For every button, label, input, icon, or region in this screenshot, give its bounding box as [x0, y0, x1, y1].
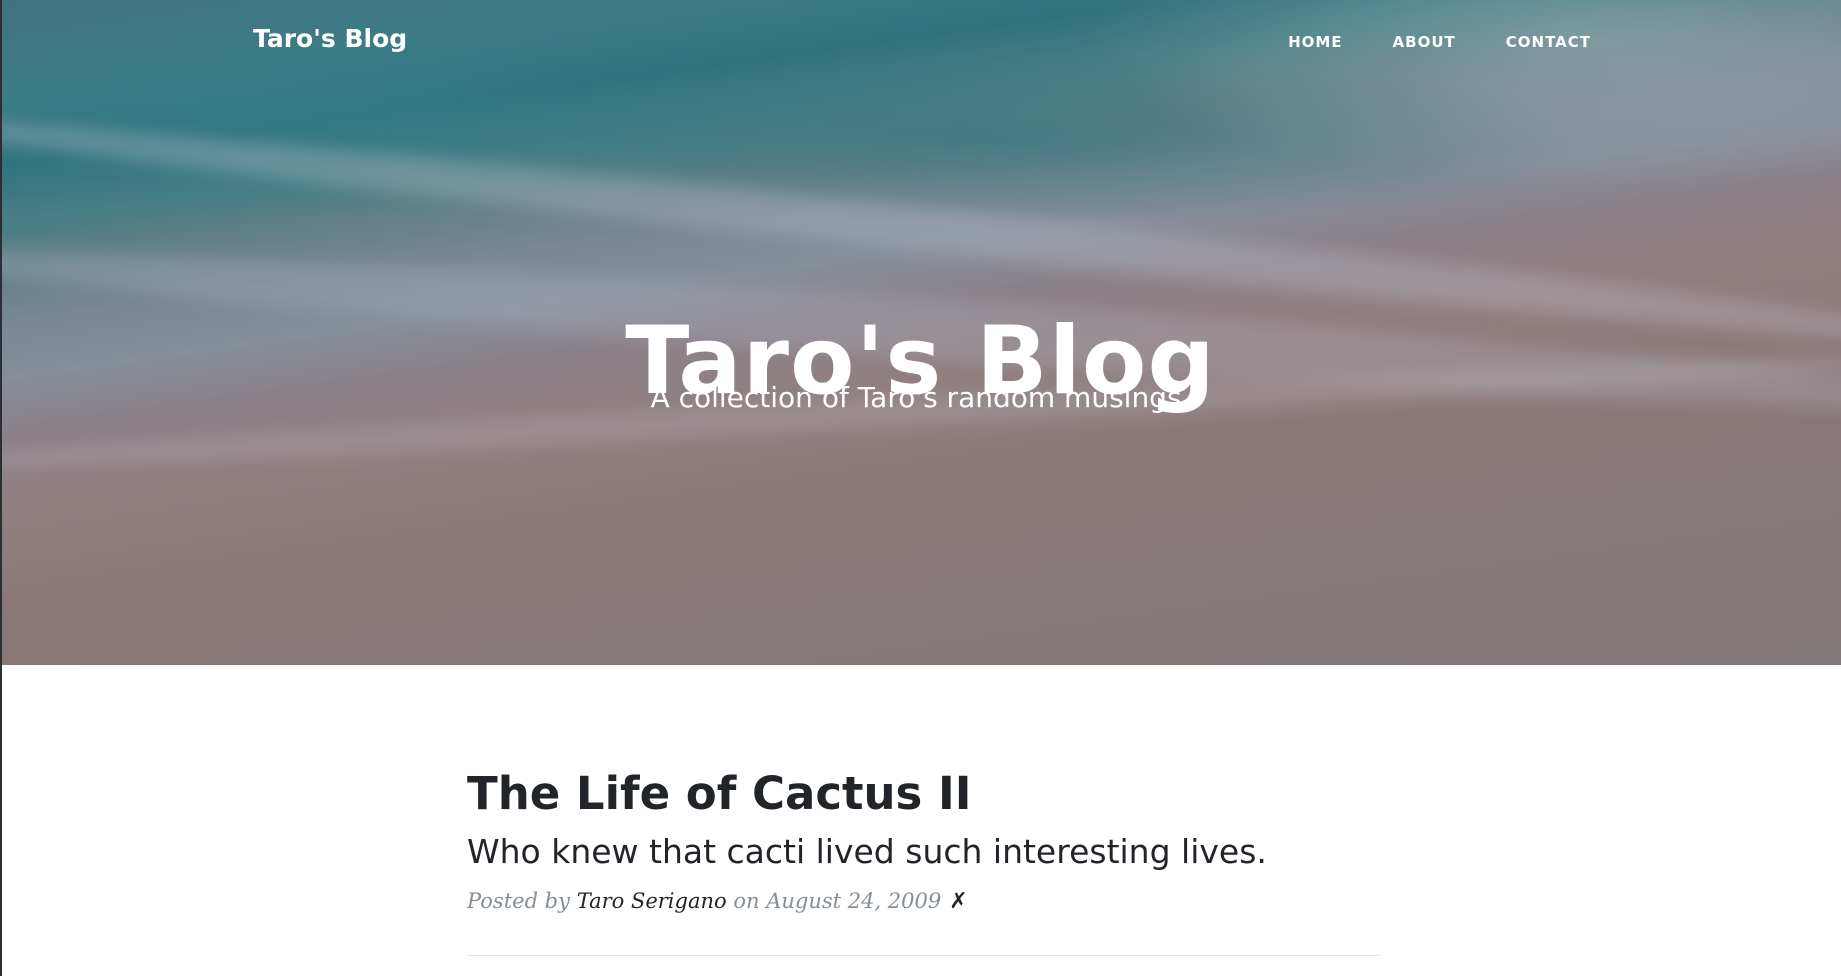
post-title: The Life of Cactus II [467, 767, 972, 820]
post-meta: Posted by Taro Serigano on August 24, 20… [467, 886, 1380, 917]
main-nav: HOME ABOUT CONTACT [1288, 33, 1591, 51]
post-preview: The Life of Cactus II Who knew that cact… [467, 764, 1380, 917]
post-subtitle: Who knew that cacti lived such interesti… [467, 832, 1267, 871]
post-meta-prefix: Posted by [467, 889, 570, 913]
nav-about-link[interactable]: ABOUT [1393, 33, 1456, 51]
nav-contact-link[interactable]: CONTACT [1506, 33, 1591, 51]
nav-brand-link[interactable]: Taro's Blog [253, 24, 407, 53]
site-subheading: A collection of Taro's random musings. [650, 381, 1191, 414]
delete-post-x-icon[interactable]: ✗ [949, 887, 967, 917]
post-date: August 24, 2009 [766, 889, 942, 913]
post-link[interactable]: The Life of Cactus II Who knew that cact… [467, 764, 1380, 874]
post-meta-date-prefix: on [733, 889, 760, 913]
nav-home-link[interactable]: HOME [1288, 33, 1342, 51]
page: Taro's Blog HOME ABOUT CONTACT Taro's Bl… [0, 0, 1841, 976]
post-divider [467, 955, 1380, 956]
window-left-edge [0, 0, 2, 976]
post-author-link[interactable]: Taro Serigano [577, 889, 727, 913]
